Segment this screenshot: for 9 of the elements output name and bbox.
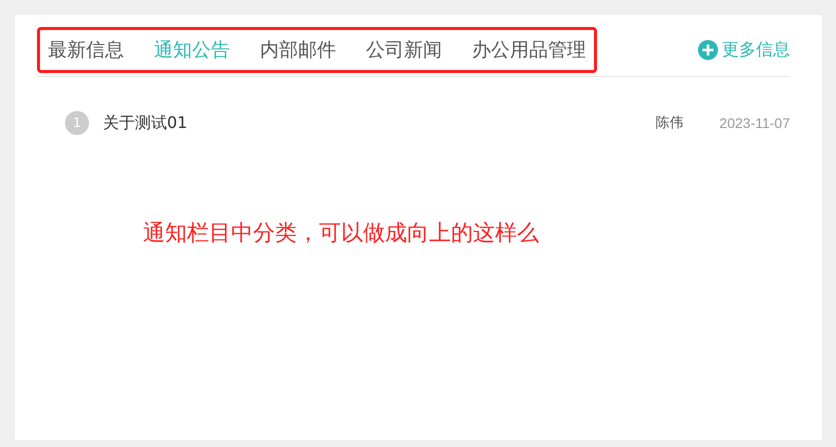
notice-date: 2023-11-07 bbox=[719, 115, 790, 131]
tab[interactable]: 办公用品管理 bbox=[472, 36, 586, 62]
notice-title[interactable]: 关于测试01 bbox=[103, 112, 656, 134]
annotation-note: 通知栏目中分类，可以做成向上的这样么 bbox=[143, 220, 540, 248]
tab[interactable]: 公司新闻 bbox=[366, 36, 442, 62]
author-name: 陈伟 bbox=[655, 114, 684, 132]
tab[interactable]: 内部邮件 bbox=[260, 36, 336, 62]
plus-icon bbox=[698, 40, 718, 60]
tab[interactable]: 最新信息 bbox=[48, 36, 124, 62]
